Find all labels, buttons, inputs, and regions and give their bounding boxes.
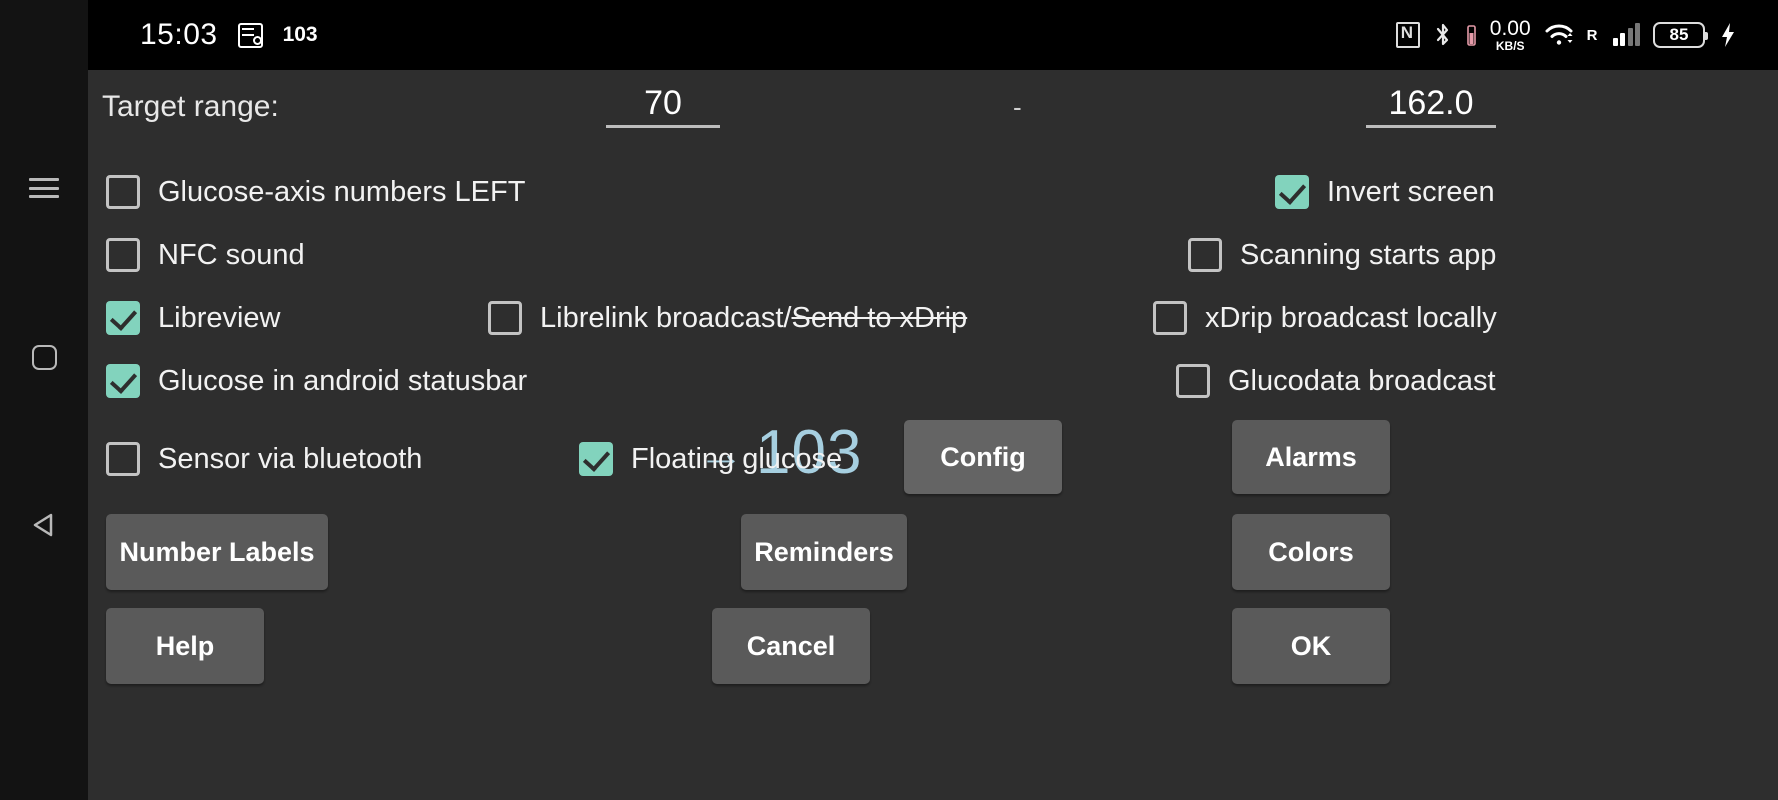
checkbox-librelink-broadcast[interactable]: Librelink broadcast/Send to xDrip [488,301,967,335]
checkbox-label: Glucose in android statusbar [158,364,528,397]
checkbox-label: NFC sound [158,238,305,271]
checkbox-libreview[interactable]: Libreview [106,301,281,335]
checkbox-glucodata-broadcast[interactable]: Glucodata broadcast [1176,364,1496,398]
network-speed: 0.00 KB/S [1490,18,1531,52]
lightning-bolt-icon [1722,23,1734,47]
checkbox-box[interactable] [1275,175,1309,209]
bluetooth-icon [1436,23,1448,46]
checkbox-invert-screen[interactable]: Invert screen [1275,175,1495,209]
checkbox-floating-glucose[interactable]: Floating glucose [579,442,842,476]
target-range-low-input[interactable]: 70 [606,84,720,128]
number-labels-button[interactable]: Number Labels [106,514,328,590]
checkbox-glucose-in-android-statusbar[interactable]: Glucose in android statusbar [106,364,527,398]
home-button[interactable] [0,327,88,387]
checkbox-box[interactable] [1176,364,1210,398]
cancel-button[interactable]: Cancel [712,608,870,684]
checkbox-label: Invert screen [1327,175,1495,208]
roaming-indicator: R [1586,26,1598,44]
recents-icon [29,178,59,198]
checkbox-box[interactable] [106,442,140,476]
network-speed-unit: KB/S [1495,39,1525,53]
checkbox-box[interactable] [106,301,140,335]
note-icon [237,22,263,48]
checkbox-label-struck: Send to xDrip [791,301,968,334]
checkbox-box[interactable] [106,364,140,398]
battery-small-icon [1466,25,1476,46]
checkbox-label-plain: Librelink broadcast/ [540,301,792,334]
checkbox-glucose-axis-numbers-left[interactable]: Glucose-axis numbers LEFT [106,175,525,209]
checkbox-box[interactable] [488,301,522,335]
checkbox-label: Scanning starts app [1240,238,1497,271]
signal-bars-icon [1612,23,1640,46]
recents-button[interactable] [0,158,88,218]
battery-indicator: 85 [1653,22,1708,48]
wifi-icon [1545,24,1573,45]
target-range-separator: - [1013,92,1022,122]
settings-content: Target range: 70 - 162.0 Glucose-axis nu… [88,70,1778,800]
ok-button[interactable]: OK [1232,608,1390,684]
alarms-button[interactable]: Alarms [1232,420,1390,494]
network-speed-value: 0.00 [1489,17,1531,40]
checkbox-label: Glucose-axis numbers LEFT [158,175,526,208]
checkbox-label: Sensor via bluetooth [158,442,423,475]
checkbox-xdrip-broadcast-locally[interactable]: xDrip broadcast locally [1153,301,1497,335]
checkbox-label: Librelink broadcast/Send to xDrip [540,302,967,335]
checkbox-label: Floating glucose [631,442,843,475]
checkbox-box[interactable] [1153,301,1187,335]
checkbox-box[interactable] [106,175,140,209]
checkbox-label: Libreview [158,301,281,334]
back-button[interactable] [0,495,88,555]
nfc-icon [1395,20,1420,48]
checkbox-scanning-starts-app[interactable]: Scanning starts app [1188,238,1496,272]
status-bar-right: 0.00 KB/S R 85 [1395,18,1738,52]
config-button[interactable]: Config [904,420,1062,494]
checkbox-sensor-via-bluetooth[interactable]: Sensor via bluetooth [106,442,422,476]
clock: 15:03 [140,18,218,51]
checkbox-box[interactable] [579,442,613,476]
target-range-high-input[interactable]: 162.0 [1366,84,1496,128]
checkbox-label: xDrip broadcast locally [1205,301,1497,334]
target-range-label: Target range: [102,90,279,123]
battery-percent: 85 [1669,25,1689,44]
home-square-icon [31,344,57,370]
checkbox-nfc-sound[interactable]: NFC sound [106,238,305,272]
glucose-status-badge: 103 [282,23,318,46]
back-triangle-icon [33,513,53,537]
status-bar-left: 15:03 103 [140,18,318,52]
help-button[interactable]: Help [106,608,264,684]
checkbox-label: Glucodata broadcast [1228,364,1496,397]
reminders-button[interactable]: Reminders [741,514,907,590]
checkbox-box[interactable] [106,238,140,272]
target-range-row: Target range: 70 - 162.0 [88,70,1778,152]
colors-button[interactable]: Colors [1232,514,1390,590]
checkbox-box[interactable] [1188,238,1222,272]
android-nav-rail [0,0,88,800]
app-screen: 15:03 103 0.00 KB/S [0,0,1778,800]
status-bar: 15:03 103 0.00 KB/S [88,0,1778,70]
